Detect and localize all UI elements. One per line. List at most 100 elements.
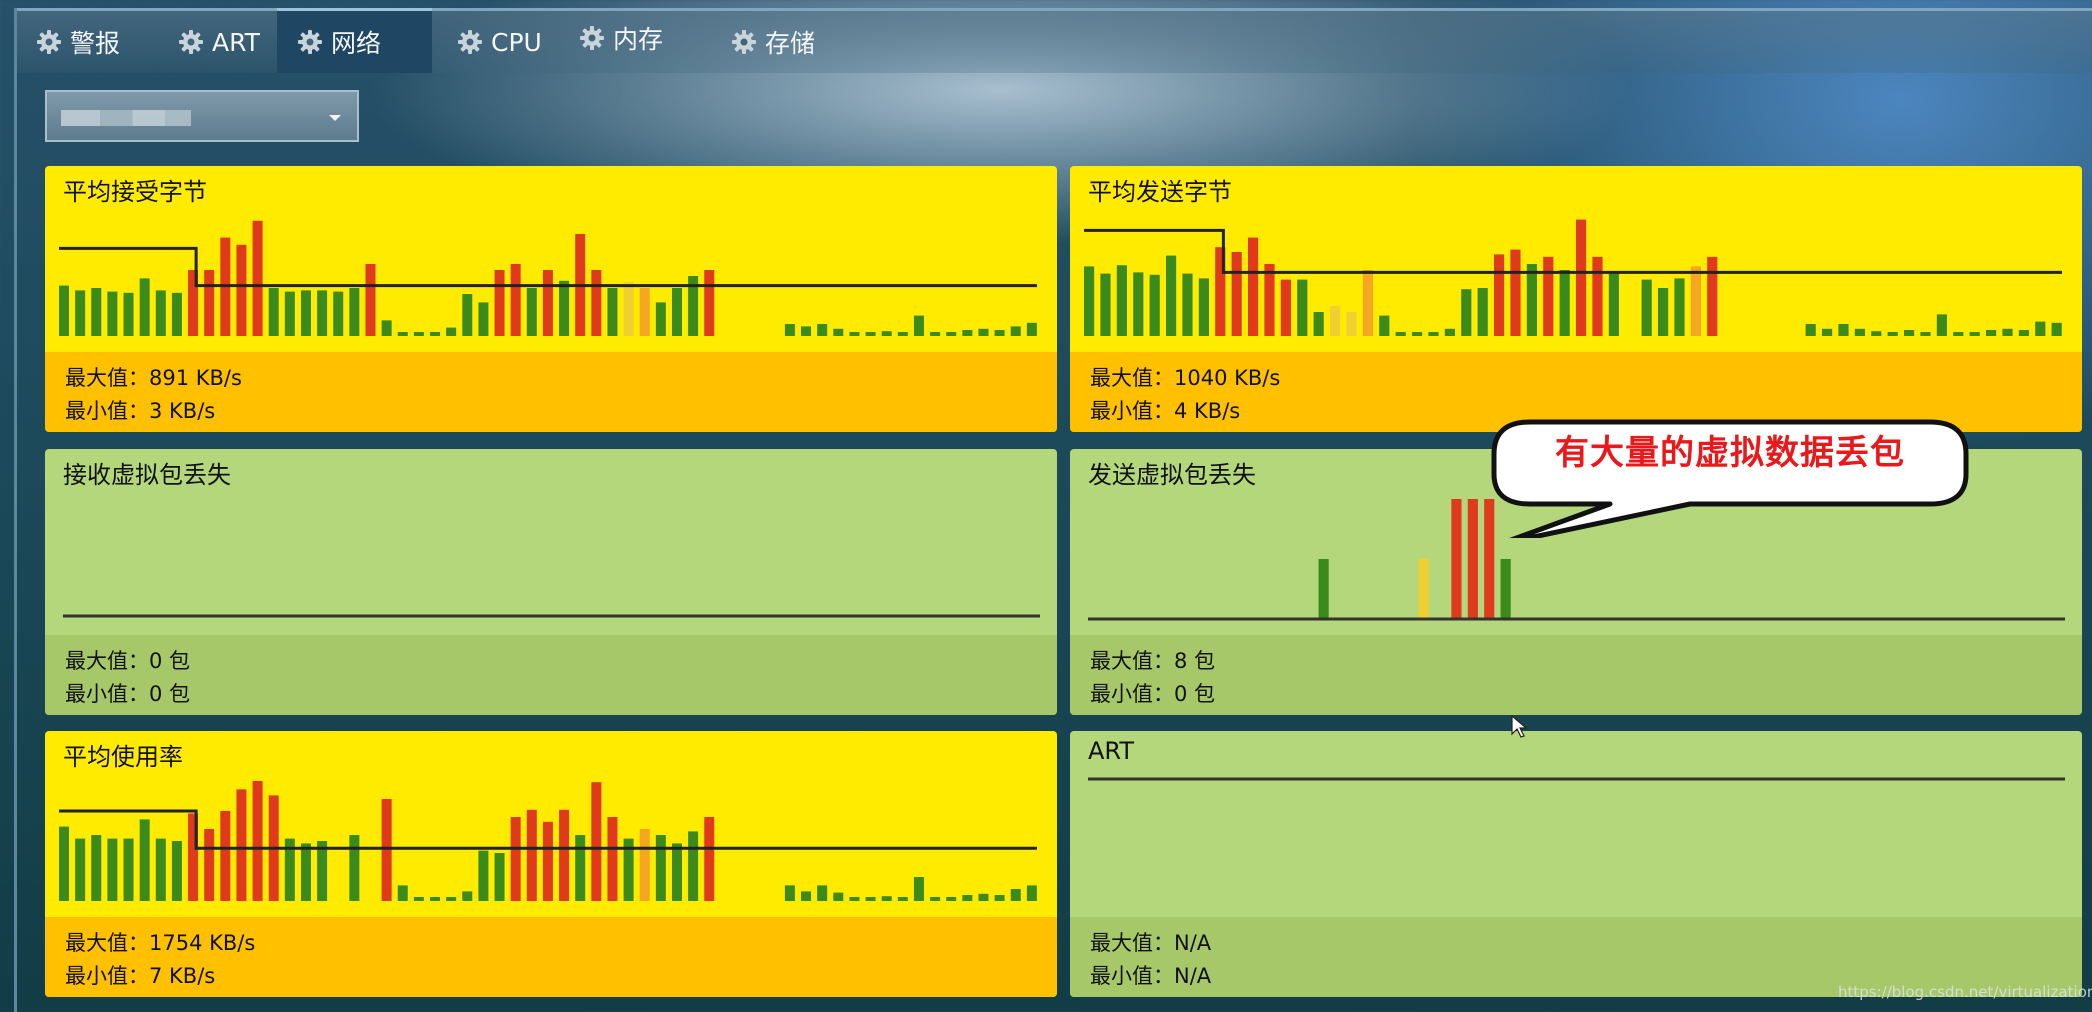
bar [1690,266,1701,336]
bar [204,829,215,901]
bar [381,799,392,901]
bar [1231,252,1242,336]
bar [1100,273,1111,336]
bar [59,285,70,336]
tab-label: ART [212,27,260,57]
bar [204,270,215,336]
max-value: 最大值：N/A [1090,931,1212,955]
bar [397,885,408,901]
min-value: 最小值：0 包 [65,682,191,706]
bar [59,826,70,901]
bar [236,244,247,336]
bar [2018,330,2029,336]
bar [1412,332,1423,336]
bar [849,332,860,336]
bar [75,838,86,901]
tab-network[interactable]: 网络 [277,8,432,73]
bar [1510,249,1521,336]
bar [1280,279,1291,336]
bar [833,892,844,901]
tab-cpu[interactable]: CPU [457,11,542,73]
bar [897,897,908,901]
host-select-dropdown[interactable] [45,90,359,142]
gear-icon [579,25,605,51]
bar [2051,322,2062,336]
bar [559,280,570,336]
bar [510,264,521,336]
panel-title: 平均使用率 [63,743,183,771]
tab-storage[interactable]: 存储 [731,11,815,73]
bar [478,302,489,336]
bar [1318,559,1329,619]
bar [430,332,441,336]
bar [317,841,328,901]
bar [607,288,618,336]
max-value: 最大值：0 包 [65,649,191,673]
panel-avg-recv-bytes: 平均接受字节 最大值：891 KB/s 最小值：3 KB/s [45,166,1057,432]
threshold-line [1084,228,2062,274]
gear-icon [178,29,204,55]
max-value: 最大值：1754 KB/s [65,931,256,955]
bar [252,781,263,901]
bar [1116,265,1127,336]
bar [413,332,424,336]
bar [236,789,247,901]
bar [1674,278,1685,336]
usage-chart [59,781,1037,901]
max-value: 最大值：1040 KB/s [1090,366,1281,390]
panel-footer: 最大值：0 包 最小值：0 包 [45,635,1057,715]
tab-alarms[interactable]: 警报 [36,11,120,73]
bar [462,294,473,336]
bar [139,278,150,336]
panel-title: 发送虚拟包丢失 [1088,461,1256,489]
bar [430,897,441,901]
bar [171,841,182,901]
tab-label: 警报 [70,29,121,58]
bar [1854,328,1865,336]
bar [655,302,666,336]
bar [1969,332,1980,336]
min-value: 最小值：3 KB/s [65,399,216,423]
bar [946,332,957,336]
bar [91,288,102,336]
tab-memory[interactable]: 内存 [579,7,663,69]
bar [1641,279,1652,336]
bar [252,220,263,336]
bar [510,817,521,901]
bar [1707,256,1718,336]
bar [123,292,134,336]
bar [542,270,553,336]
bar [300,843,311,901]
tab-art[interactable]: ART [178,11,260,73]
bar [671,843,682,901]
bar [365,264,376,336]
bar [155,290,166,336]
bar [542,821,553,901]
bar [1543,256,1554,336]
bar [1379,315,1390,336]
gear-icon [457,29,483,55]
min-value: 最小值：N/A [1090,964,1212,988]
bar [317,290,328,336]
bar [1559,270,1570,336]
bar [607,817,618,901]
bar [930,897,941,901]
bar [1467,499,1478,619]
bar [1658,288,1669,336]
max-value: 最大值：891 KB/s [65,366,242,390]
blurred-selection [61,110,191,126]
bar [575,835,586,901]
bar [1248,237,1259,336]
bar [1395,332,1406,336]
bar [349,288,360,336]
tab-label: 网络 [331,29,382,58]
bar [1592,256,1603,336]
bar [494,853,505,901]
bar [623,282,634,336]
min-value: 最小值：7 KB/s [65,964,216,988]
bar [220,811,231,901]
bar [930,332,941,336]
bar [155,838,166,901]
bar [1313,312,1324,336]
bar [946,897,957,901]
